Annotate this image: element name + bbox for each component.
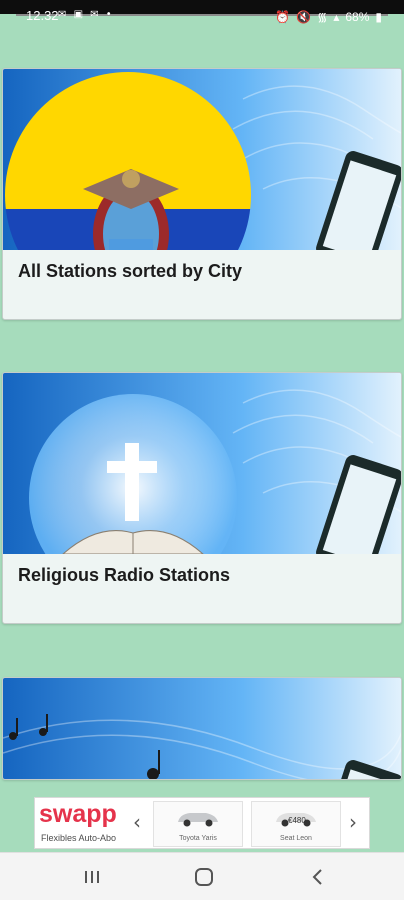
mail-icon: ✉ bbox=[90, 9, 101, 20]
card-banner bbox=[3, 678, 401, 779]
ad-next-icon[interactable]: › bbox=[349, 810, 357, 834]
recents-icon bbox=[85, 871, 99, 883]
card-title: Religious Radio Stations bbox=[18, 565, 231, 585]
alarm-icon: ⏰ bbox=[275, 9, 291, 24]
ad-prev-icon[interactable]: ‹ bbox=[133, 810, 141, 834]
banner-art bbox=[3, 69, 401, 250]
battery-icon: ▮ bbox=[375, 9, 382, 24]
ad-tagline: Flexibles Auto-Abo bbox=[41, 833, 117, 843]
recents-button[interactable] bbox=[72, 865, 112, 889]
home-button[interactable] bbox=[184, 865, 224, 889]
image-icon: ▣ bbox=[73, 9, 86, 20]
card-banner bbox=[3, 69, 401, 250]
ad-tile-caption: Seat Leon bbox=[280, 835, 312, 842]
system-nav-bar bbox=[0, 852, 404, 900]
mute-icon: 🔇 bbox=[296, 9, 312, 24]
status-bar: 12.32 ✉ ▣ ✉ • ⏰ 🔇 ᯾ ▴ 68% ▮ bbox=[0, 0, 404, 30]
car-icon bbox=[178, 813, 218, 827]
home-icon bbox=[195, 868, 213, 886]
ad-banner[interactable]: swapp Flexibles Auto-Abo ‹ Toyota Yaris … bbox=[34, 797, 370, 849]
card-music-stations[interactable] bbox=[2, 677, 402, 780]
gmail-icon: ✉ bbox=[58, 9, 69, 20]
notification-icons: ✉ ▣ ✉ • bbox=[58, 9, 114, 20]
status-time: 12.32 bbox=[26, 8, 59, 23]
card-all-stations-by-city[interactable]: All Stations sorted by City bbox=[2, 68, 402, 320]
system-tray: ⏰ 🔇 ᯾ ▴ 68% ▮ bbox=[275, 8, 382, 25]
card-title: All Stations sorted by City bbox=[18, 261, 243, 281]
ad-tile[interactable]: Toyota Yaris bbox=[153, 801, 243, 847]
wifi-icon: ᯾ bbox=[317, 10, 328, 24]
ad-tile-caption: Toyota Yaris bbox=[179, 835, 217, 842]
ad-tile[interactable]: €480 Seat Leon bbox=[251, 801, 341, 847]
card-religious-radio-stations[interactable]: Religious Radio Stations bbox=[2, 372, 402, 624]
signal-icon: ▴ bbox=[333, 9, 340, 24]
battery-text: 68% bbox=[345, 9, 370, 24]
dot-icon: • bbox=[105, 9, 114, 20]
card-banner bbox=[3, 373, 401, 554]
banner-art bbox=[3, 678, 401, 779]
banner-art bbox=[3, 373, 401, 554]
back-icon bbox=[312, 869, 322, 885]
back-button[interactable] bbox=[298, 865, 338, 889]
ad-tile-price: €480 bbox=[288, 816, 306, 825]
ad-brand[interactable]: swapp bbox=[39, 800, 117, 829]
